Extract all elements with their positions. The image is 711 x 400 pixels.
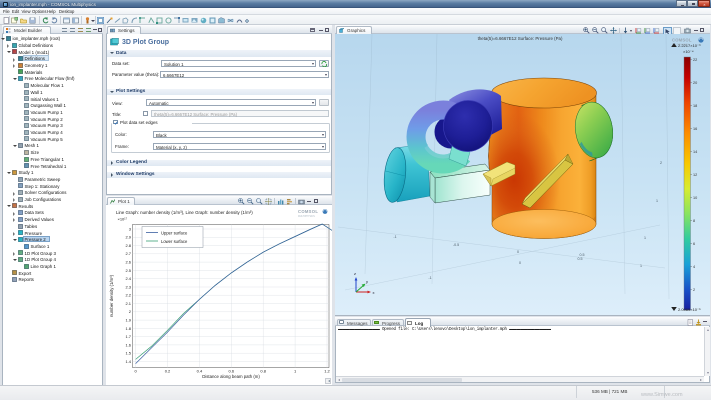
- svg-text:COMSOL: COMSOL: [672, 38, 692, 43]
- svg-text:y: y: [366, 279, 368, 284]
- svg-text:-1: -1: [428, 276, 431, 280]
- svg-text:Upper surface: Upper surface: [161, 230, 188, 235]
- svg-text:6: 6: [693, 242, 695, 246]
- svg-text:2: 2: [660, 161, 662, 165]
- svg-text:2.2: 2.2: [125, 293, 131, 298]
- svg-text:12: 12: [693, 173, 697, 177]
- svg-text:0: 0: [519, 261, 521, 265]
- svg-text:0.5: 0.5: [578, 257, 583, 261]
- svg-text:0: 0: [517, 250, 519, 254]
- svg-text:theta(5)=6.6667E12 Surface:: theta(5)=6.6667E12 Surface: Pressure (Pa…: [478, 36, 563, 41]
- svg-text:1.6: 1.6: [125, 342, 131, 347]
- svg-text:number density (1/m³): number density (1/m³): [109, 274, 114, 317]
- svg-text:x: x: [373, 290, 375, 295]
- svg-text:0.4: 0.4: [197, 369, 203, 374]
- svg-text:22: 22: [693, 58, 697, 62]
- svg-text:-0.5: -0.5: [453, 243, 459, 247]
- svg-text:0.2: 0.2: [165, 369, 171, 374]
- svg-text:2.7: 2.7: [125, 251, 131, 256]
- svg-text:×10⁻⁴: ×10⁻⁴: [683, 49, 694, 54]
- svg-text:-1: -1: [393, 235, 396, 239]
- svg-text:1.7: 1.7: [125, 334, 131, 339]
- svg-text:Distance along beam path (m): Distance along beam path (m): [202, 374, 260, 379]
- svg-text:1.5: 1.5: [125, 351, 131, 356]
- svg-text:COMSOL: COMSOL: [298, 209, 318, 214]
- svg-text:2.0969×10⁻⁵: 2.0969×10⁻⁵: [678, 307, 701, 312]
- svg-text:2.3: 2.3: [125, 284, 131, 289]
- svg-text:20: 20: [693, 81, 697, 85]
- svg-text:×10¹⁷: ×10¹⁷: [118, 217, 128, 222]
- svg-text:Line Graph: number density (1/: Line Graph: number density (1/m³), Line …: [116, 210, 253, 215]
- svg-text:2.1: 2.1: [125, 301, 131, 306]
- svg-text:2.4: 2.4: [125, 276, 131, 281]
- svg-text:2.5: 2.5: [125, 268, 131, 273]
- svg-text:1.9: 1.9: [125, 318, 131, 323]
- svg-text:1.4: 1.4: [125, 359, 131, 364]
- svg-text:16: 16: [693, 127, 697, 131]
- svg-text:MULTIPHYSICS: MULTIPHYSICS: [298, 216, 315, 218]
- svg-text:2: 2: [693, 288, 695, 292]
- svg-text:10: 10: [693, 196, 697, 200]
- svg-text:0.8: 0.8: [260, 369, 266, 374]
- svg-text:8: 8: [693, 219, 695, 223]
- svg-text:18: 18: [693, 104, 697, 108]
- svg-text:z: z: [354, 271, 356, 276]
- svg-text:14: 14: [693, 150, 697, 154]
- svg-text:2.2217×10⁻³: 2.2217×10⁻³: [678, 43, 701, 48]
- svg-text:2.9: 2.9: [125, 235, 131, 240]
- svg-text:4: 4: [693, 265, 695, 269]
- svg-text:0.5: 0.5: [580, 253, 585, 257]
- svg-text:1: 1: [656, 199, 658, 203]
- svg-text:Lower surface: Lower surface: [161, 239, 188, 244]
- svg-text:1.8: 1.8: [125, 326, 131, 331]
- svg-text:1: 1: [644, 236, 646, 240]
- svg-text:0.6: 0.6: [229, 369, 235, 374]
- svg-text:2.8: 2.8: [125, 243, 131, 248]
- svg-text:1.2: 1.2: [324, 369, 330, 374]
- svg-text:2.6: 2.6: [125, 260, 131, 265]
- svg-text:1: 1: [640, 264, 642, 268]
